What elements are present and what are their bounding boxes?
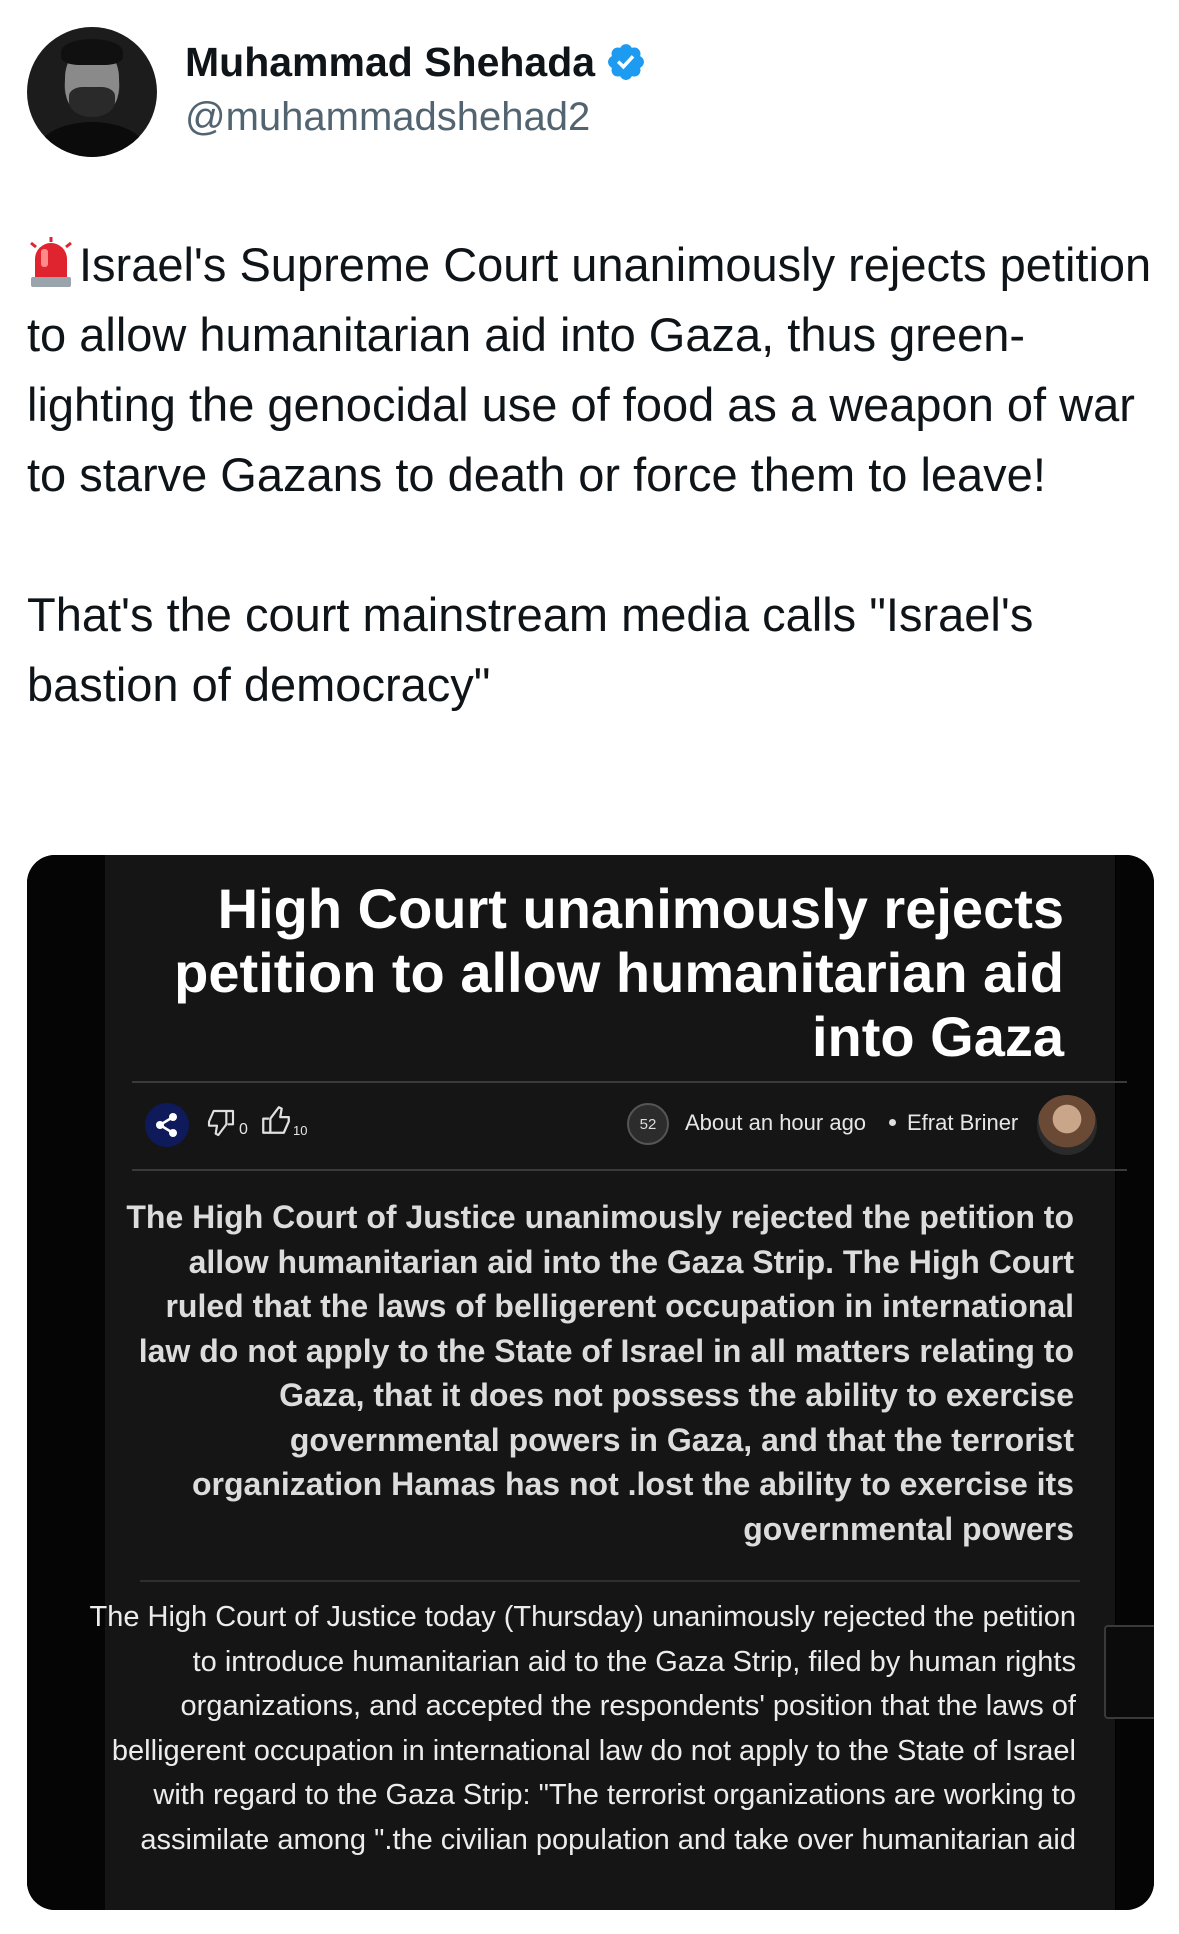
comment-count-badge[interactable]: 52 <box>627 1103 669 1145</box>
scroll-edge-tab <box>1104 1625 1154 1719</box>
divider <box>132 1169 1127 1171</box>
tweet-paragraph-1-text: Israel's Supreme Court unanimously rejec… <box>27 238 1152 501</box>
article-author[interactable]: Efrat Briner <box>907 1110 1018 1136</box>
article-time: About an hour ago <box>685 1110 867 1135</box>
image-right-border <box>1116 855 1154 1910</box>
separator-dot <box>889 1119 896 1126</box>
author-photo[interactable] <box>1037 1095 1097 1155</box>
author-display-name[interactable]: Muhammad Shehada <box>185 39 595 86</box>
thumbs-down-icon[interactable] <box>205 1107 237 1139</box>
tweet-header: Muhammad Shehada @muhammadshehad2 <box>27 27 1147 157</box>
verified-badge-icon <box>608 44 645 80</box>
tweet-paragraph-1: Israel's Supreme Court unanimously rejec… <box>27 230 1157 510</box>
attached-image[interactable]: High Court unanimously rejects petition … <box>27 855 1154 1910</box>
article-summary: The High Court of Justice unanimously re… <box>126 1199 1074 1547</box>
thumbs-up-icon[interactable] <box>259 1103 293 1137</box>
author-handle[interactable]: @muhammadshehad2 <box>185 95 590 140</box>
tweet-text: Israel's Supreme Court unanimously rejec… <box>27 230 1157 720</box>
dislike-count: 0 <box>239 1121 248 1138</box>
divider <box>140 1580 1080 1582</box>
like-count: 10 <box>293 1123 308 1138</box>
name-row: Muhammad Shehada <box>185 37 647 87</box>
tweet-paragraph-2: That's the court mainstream media calls … <box>27 588 1034 711</box>
article-body: The High Court of Justice today (Thursda… <box>89 1601 1077 1856</box>
divider <box>132 1081 1127 1083</box>
article-headline: High Court unanimously rejects petition … <box>174 877 1064 1068</box>
police-light-emoji-icon <box>27 237 75 289</box>
author-avatar[interactable] <box>27 27 157 157</box>
share-icon[interactable] <box>145 1103 189 1147</box>
